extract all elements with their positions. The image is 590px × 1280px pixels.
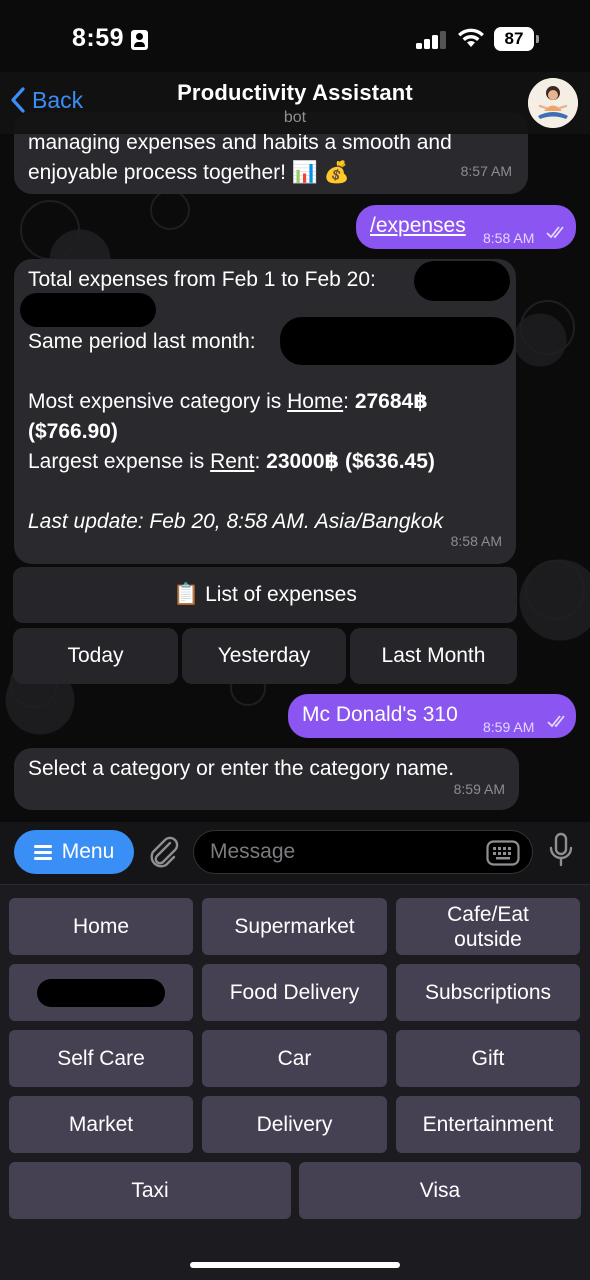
kb-button-redacted[interactable] — [9, 964, 193, 1021]
message-time: 8:59 AM — [483, 719, 535, 735]
menu-button[interactable]: Menu — [14, 830, 134, 874]
redacted-label — [37, 978, 165, 1007]
status-time: 8:59 — [72, 24, 125, 52]
status-bar: 8:59 87 — [0, 0, 590, 80]
message-input-bar: Menu — [0, 822, 590, 884]
message-input[interactable] — [210, 831, 470, 873]
double-check-icon — [546, 226, 564, 239]
largest-expense-line: Largest expense is Rent: 23000฿ ($636.45… — [28, 447, 435, 477]
battery-indicator: 87 — [494, 27, 539, 51]
cellular-signal-icon — [416, 31, 448, 49]
kb-button-delivery[interactable]: Delivery — [202, 1096, 387, 1153]
message-time: 8:58 AM — [483, 230, 535, 246]
last-month-button[interactable]: Last Month — [350, 628, 517, 684]
kb-button-market[interactable]: Market — [9, 1096, 193, 1153]
same-period-label: Same period last month: — [28, 330, 256, 353]
hamburger-icon — [33, 845, 52, 860]
last-update-text: Last update: Feb 20, 8:58 AM. Asia/Bangk… — [28, 510, 444, 533]
home-indicator[interactable] — [190, 1262, 400, 1268]
most-expensive-usd: ($766.90) — [28, 420, 118, 443]
chat-title-block[interactable]: Productivity Assistant bot — [0, 80, 590, 127]
most-expensive-amount: 27684฿ — [354, 390, 428, 413]
message-text: Select a category or enter the category … — [28, 757, 455, 780]
message-time: 8:59 AM — [453, 781, 505, 797]
microphone-icon[interactable] — [548, 832, 574, 868]
today-button[interactable]: Today — [13, 628, 178, 684]
redacted-total-value-cont — [20, 293, 156, 327]
most-expensive-line: Most expensive category is Home: 27684฿ — [28, 387, 428, 417]
list-of-expenses-button[interactable]: 📋 List of expenses — [13, 567, 517, 623]
contact-card-icon — [131, 30, 148, 50]
redacted-last-month-value — [280, 317, 514, 365]
kb-button-taxi[interactable]: Taxi — [9, 1162, 291, 1219]
bot-avatar[interactable] — [528, 78, 578, 128]
chat-title: Productivity Assistant — [177, 80, 413, 105]
redacted-total-value — [414, 261, 510, 301]
kb-button-food-delivery[interactable]: Food Delivery — [202, 964, 387, 1021]
incoming-message: Select a category or enter the category … — [14, 748, 519, 810]
expense-link-rent[interactable]: Rent — [210, 450, 254, 473]
double-check-icon — [547, 715, 565, 728]
paperclip-icon[interactable] — [146, 834, 180, 870]
kb-button-cafe-eat-outside[interactable]: Cafe/Eat outside — [396, 898, 580, 955]
kb-button-entertainment[interactable]: Entertainment — [396, 1096, 580, 1153]
message-text: Mc Donald's 310 — [302, 703, 458, 726]
category-link-home[interactable]: Home — [287, 390, 343, 413]
chat-header: Back Productivity Assistant bot — [0, 72, 590, 134]
largest-expense-prefix: Largest expense is — [28, 450, 211, 473]
largest-expense-amount: 23000฿ ($636.45) — [266, 450, 435, 473]
message-time: 8:57 AM — [460, 163, 512, 179]
keyboard-icon[interactable] — [486, 840, 520, 866]
separator: : — [343, 390, 355, 413]
kb-button-home[interactable]: Home — [9, 898, 193, 955]
message-text-line: enjoyable process together! 📊 💰 — [28, 161, 350, 184]
total-expenses-label: Total expenses from Feb 1 to Feb 20: — [28, 268, 376, 291]
wifi-icon — [458, 28, 484, 47]
message-field[interactable] — [193, 830, 533, 874]
most-expensive-prefix: Most expensive category is — [28, 390, 288, 413]
reply-keyboard: Home Supermarket Cafe/Eat outside Food D… — [0, 884, 590, 1280]
expenses-summary-message: Total expenses from Feb 1 to Feb 20: Sam… — [14, 259, 516, 564]
separator: : — [254, 450, 267, 473]
kb-button-subscriptions[interactable]: Subscriptions — [396, 964, 580, 1021]
message-time: 8:58 AM — [450, 533, 502, 549]
command-link[interactable]: /expenses — [370, 214, 466, 237]
kb-button-visa[interactable]: Visa — [299, 1162, 581, 1219]
outgoing-message: /expenses 8:58 AM — [356, 205, 576, 249]
kb-button-gift[interactable]: Gift — [396, 1030, 580, 1087]
menu-label: Menu — [61, 840, 115, 863]
kb-button-supermarket[interactable]: Supermarket — [202, 898, 387, 955]
outgoing-message: Mc Donald's 310 8:59 AM — [288, 694, 576, 738]
yesterday-button[interactable]: Yesterday — [182, 628, 346, 684]
kb-button-car[interactable]: Car — [202, 1030, 387, 1087]
kb-button-self-care[interactable]: Self Care — [9, 1030, 193, 1087]
chat-subtitle: bot — [283, 109, 307, 126]
meditating-person-icon — [528, 78, 578, 128]
